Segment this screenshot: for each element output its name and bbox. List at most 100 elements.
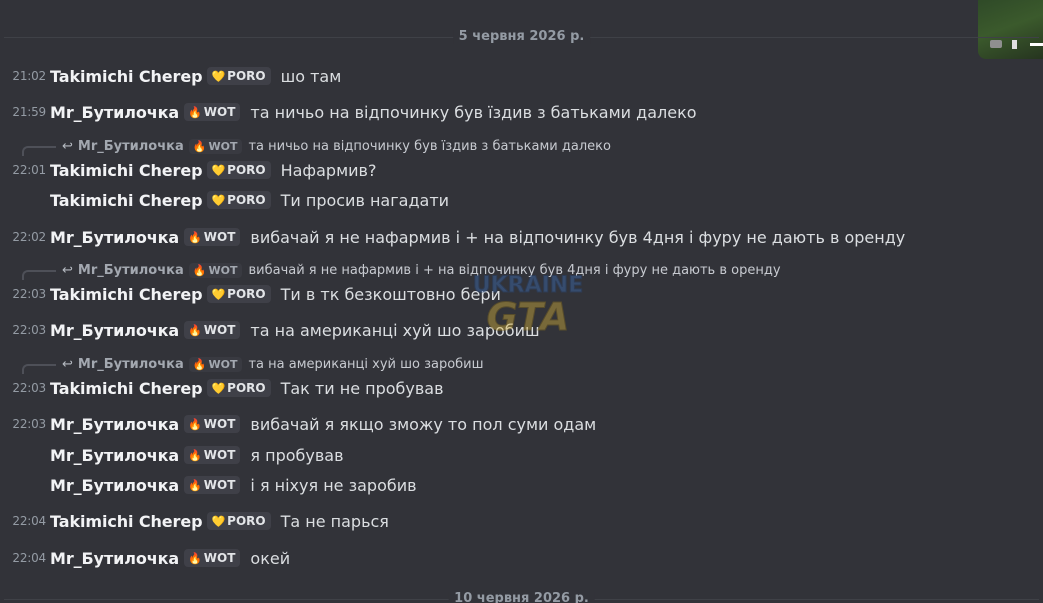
message-text: Та не парься	[280, 511, 389, 531]
reply-preview[interactable]: ↩ Mr_Бутилочка 🔥 WOT та ничьо на відпочин…	[22, 138, 611, 156]
message-text: вибачай я не нафармив і + на відпочинку …	[250, 227, 906, 247]
username[interactable]: Mr_Бутилочка	[50, 415, 179, 434]
message-row[interactable]: 22:04 Takimichi Cherep 💛 PORO Та не парьс…	[0, 510, 1043, 532]
message-timestamp: 22:03	[12, 417, 46, 431]
message-text: Ти просив нагадати	[280, 190, 450, 210]
role-tag-wot[interactable]: 🔥 WOT	[184, 103, 241, 121]
username[interactable]: Takimichi Cherep	[50, 67, 203, 86]
date-divider-label: 5 червня 2026 р.	[452, 30, 591, 44]
heart-gold-icon: 💛	[211, 193, 226, 207]
message-text: і я ніхуя не заробив	[250, 475, 417, 495]
username[interactable]: Takimichi Cherep	[50, 191, 203, 210]
username[interactable]: Mr_Бутилочка	[50, 103, 179, 122]
flame-icon: 🔥	[188, 448, 202, 462]
message-timestamp: 21:02	[12, 69, 46, 83]
flame-icon: 🔥	[192, 139, 207, 153]
username[interactable]: Takimichi Cherep	[50, 512, 203, 531]
flame-icon: 🔥	[188, 551, 202, 565]
message-timestamp: 21:59	[12, 105, 46, 119]
username[interactable]: Mr_Бутилочка	[50, 321, 179, 340]
role-tag-wot[interactable]: 🔥 WOT	[184, 446, 241, 464]
message-text: та ничьо на відпочинку був їздив з батьк…	[250, 102, 697, 122]
flame-icon: 🔥	[188, 417, 202, 431]
role-tag-poro[interactable]: 💛 PORO	[207, 285, 271, 303]
message-row[interactable]: 21:02 Takimichi Cherep 💛 PORO шо там	[0, 65, 1043, 87]
reply-preview[interactable]: ↩ Mr_Бутилочка 🔥 WOT вибачай я не нафарми…	[22, 262, 781, 280]
message-text: Так ти не пробував	[280, 378, 444, 398]
flame-icon: 🔥	[192, 357, 207, 371]
reply-arrow-icon: ↩	[62, 356, 73, 372]
heart-gold-icon: 💛	[211, 381, 226, 395]
reply-username[interactable]: Mr_Бутилочка	[78, 263, 184, 278]
role-tag-wot: 🔥 WOT	[188, 262, 243, 278]
message-row[interactable]: 22:03 Takimichi Cherep 💛 PORO Ти в тк без…	[0, 283, 1043, 305]
message-row[interactable]: 22:02 Mr_Бутилочка 🔥 WOT вибачай я не наф…	[0, 226, 1043, 248]
role-tag-wot[interactable]: 🔥 WOT	[184, 476, 241, 494]
username[interactable]: Takimichi Cherep	[50, 161, 203, 180]
role-tag-wot[interactable]: 🔥 WOT	[184, 228, 241, 246]
role-tag-wot[interactable]: 🔥 WOT	[184, 415, 241, 433]
role-tag-wot[interactable]: 🔥 WOT	[184, 549, 241, 567]
flame-icon: 🔥	[192, 263, 207, 277]
message-text: я пробував	[250, 445, 344, 465]
username[interactable]: Takimichi Cherep	[50, 379, 203, 398]
username[interactable]: Mr_Бутилочка	[50, 476, 179, 495]
message-timestamp: 22:03	[12, 323, 46, 337]
flame-icon: 🔥	[188, 478, 202, 492]
message-text: окей	[250, 548, 291, 568]
reply-text: та на американці хуй шо заробиш	[248, 356, 484, 372]
message-row[interactable]: 22:03 Mr_Бутилочка 🔥 WOT та на американці…	[0, 319, 1043, 341]
username[interactable]: Mr_Бутилочка	[50, 446, 179, 465]
message-row[interactable]: 22:04 Mr_Бутилочка 🔥 WOT окей	[0, 547, 1043, 569]
username[interactable]: Mr_Бутилочка	[50, 549, 179, 568]
reply-text: вибачай я не нафармив і + на відпочинку …	[248, 262, 781, 278]
reply-spine	[22, 269, 56, 280]
heart-gold-icon: 💛	[211, 287, 226, 301]
reply-username[interactable]: Mr_Бутилочка	[78, 139, 184, 154]
message-text: та на американці хуй шо заробиш	[250, 320, 540, 340]
date-divider-top: 5 червня 2026 р.	[0, 30, 1043, 44]
message-row[interactable]: 21:59 Mr_Бутилочка 🔥 WOT та ничьо на відп…	[0, 101, 1043, 123]
role-tag-wot: 🔥 WOT	[188, 138, 243, 154]
role-tag-poro[interactable]: 💛 PORO	[207, 161, 271, 179]
message-row[interactable]: Mr_Бутилочка 🔥 WOT і я ніхуя не заробив	[0, 474, 1043, 496]
message-timestamp: 22:03	[12, 287, 46, 301]
username[interactable]: Mr_Бутилочка	[50, 228, 179, 247]
message-text: шо там	[280, 66, 342, 86]
reply-preview[interactable]: ↩ Mr_Бутилочка 🔥 WOT та на американці хуй…	[22, 356, 484, 374]
date-divider-label: 10 червня 2026 р.	[448, 592, 595, 603]
reply-username[interactable]: Mr_Бутилочка	[78, 357, 184, 372]
message-text: вибачай я якщо зможу то пол суми одам	[250, 414, 597, 434]
message-row[interactable]: 22:03 Takimichi Cherep 💛 PORO Так ти не п…	[0, 377, 1043, 399]
message-timestamp: 22:02	[12, 230, 46, 244]
reply-arrow-icon: ↩	[62, 262, 73, 278]
message-row[interactable]: 22:01 Takimichi Cherep 💛 PORO Нафармив?	[0, 159, 1043, 181]
date-divider-bottom: 10 червня 2026 р.	[0, 592, 1043, 603]
heart-gold-icon: 💛	[211, 514, 226, 528]
role-tag-wot[interactable]: 🔥 WOT	[184, 321, 241, 339]
message-row[interactable]: Mr_Бутилочка 🔥 WOT я пробував	[0, 444, 1043, 466]
message-timestamp: 22:01	[12, 163, 46, 177]
role-tag-poro[interactable]: 💛 PORO	[207, 191, 271, 209]
flame-icon: 🔥	[188, 230, 202, 244]
role-tag-wot: 🔥 WOT	[188, 356, 243, 372]
role-tag-poro[interactable]: 💛 PORO	[207, 67, 271, 85]
flame-icon: 🔥	[188, 323, 202, 337]
reply-text: та ничьо на відпочинку був їздив з батьк…	[248, 138, 611, 154]
message-text: Нафармив?	[280, 160, 377, 180]
role-tag-poro[interactable]: 💛 PORO	[207, 379, 271, 397]
reply-arrow-icon: ↩	[62, 138, 73, 154]
message-row[interactable]: 22:03 Mr_Бутилочка 🔥 WOT вибачай я якщо з…	[0, 413, 1043, 435]
reply-spine	[22, 363, 56, 374]
heart-gold-icon: 💛	[211, 163, 226, 177]
message-timestamp: 22:04	[12, 514, 46, 528]
message-text: Ти в тк безкоштовно бери	[280, 284, 501, 304]
heart-gold-icon: 💛	[211, 69, 226, 83]
message-timestamp: 22:03	[12, 381, 46, 395]
message-timestamp: 22:04	[12, 551, 46, 565]
message-row[interactable]: Takimichi Cherep 💛 PORO Ти просив нагадат…	[0, 189, 1043, 211]
role-tag-poro[interactable]: 💛 PORO	[207, 512, 271, 530]
username[interactable]: Takimichi Cherep	[50, 285, 203, 304]
flame-icon: 🔥	[188, 105, 202, 119]
reply-spine	[22, 145, 56, 156]
